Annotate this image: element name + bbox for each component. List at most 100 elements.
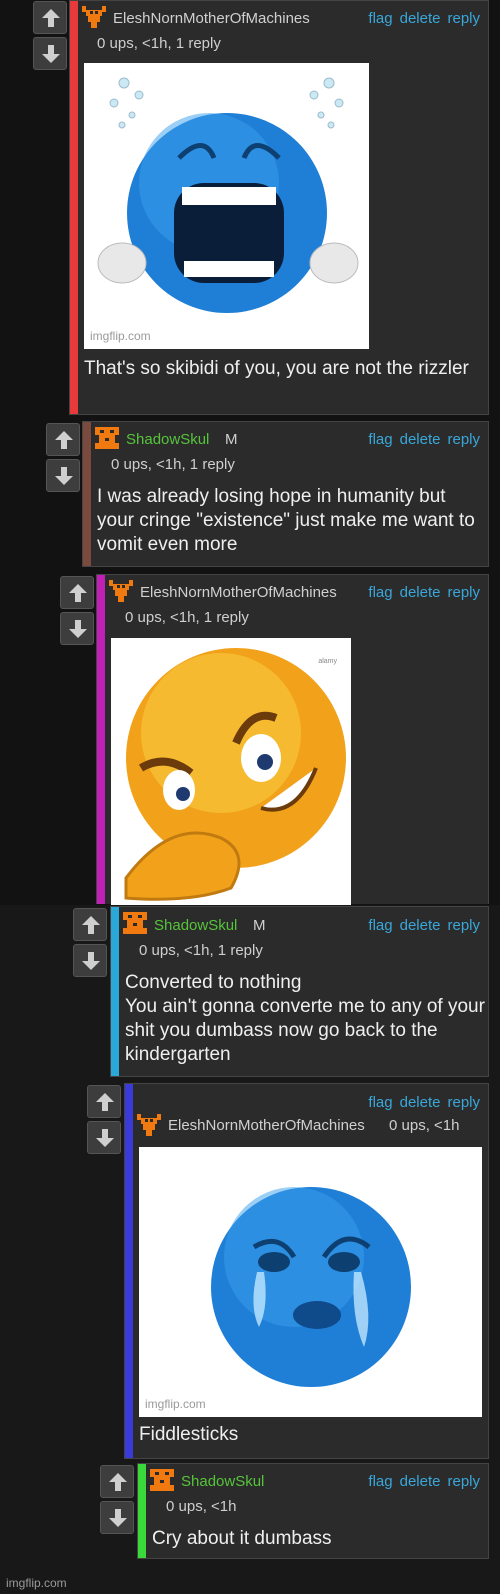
downvote-button[interactable] (46, 459, 80, 492)
comment-username[interactable]: EleshNornMotherOfMachines (113, 10, 310, 27)
comment: ShadowSkul flag delete reply 0 ups, <1h Cr… (137, 1463, 489, 1559)
comment-actions: flag delete reply (368, 431, 480, 448)
pixel-avatar-icon (82, 6, 106, 28)
upvote-button[interactable] (46, 423, 80, 456)
vote-controls (33, 1, 67, 71)
comment-text: Cry about it dumbass (152, 1528, 332, 1549)
reply-link[interactable]: reply (447, 1094, 480, 1111)
comment-image[interactable]: imgflip.com (84, 63, 369, 349)
downvote-button[interactable] (87, 1121, 121, 1154)
arrow-down-icon (109, 1509, 127, 1527)
imgflip-watermark: imgflip.com (6, 1576, 67, 1590)
reply-link[interactable]: reply (447, 10, 480, 27)
comment-meta: 0 ups, <1h (389, 1117, 460, 1134)
thread-depth-bar (138, 1464, 146, 1558)
comment-meta: 0 ups, <1h, 1 reply (111, 456, 235, 473)
downvote-button[interactable] (73, 944, 107, 977)
comment: EleshNornMotherOfMachines flag delete repl… (69, 0, 489, 415)
thread-depth-bar (111, 907, 119, 1076)
comment-username[interactable]: ShadowSkul (181, 1473, 264, 1490)
upvote-button[interactable] (60, 576, 94, 609)
arrow-up-icon (109, 1473, 127, 1491)
pixel-avatar-icon (95, 427, 119, 449)
thread-depth-bar (83, 422, 91, 566)
downvote-button[interactable] (60, 612, 94, 645)
comment-image[interactable]: imgflip.com (139, 1147, 482, 1417)
reply-link[interactable]: reply (447, 584, 480, 601)
flag-link[interactable]: flag (368, 1473, 392, 1490)
comment-username[interactable]: ShadowSkul (154, 917, 237, 934)
vote-controls (60, 576, 94, 646)
arrow-down-icon (55, 467, 73, 485)
comment-actions: flag delete reply (368, 584, 480, 601)
comment-actions: flag delete reply (368, 917, 480, 934)
comment-actions: flag delete reply (368, 1094, 480, 1111)
pixel-avatar-icon (137, 1114, 161, 1136)
user-badge: M (253, 917, 266, 934)
image-watermark: alamy (318, 658, 337, 665)
comment: ShadowSkul M flag delete reply 0 ups, <1h,… (82, 421, 489, 567)
flag-link[interactable]: flag (368, 917, 392, 934)
thread-depth-bar (70, 1, 78, 414)
comment-text: Converted to nothing You ain't gonna con… (125, 972, 485, 1065)
comment-username[interactable]: ShadowSkul (126, 431, 209, 448)
flag-link[interactable]: flag (368, 10, 392, 27)
comment: flag delete reply EleshNornMotherOfMachine… (124, 1083, 489, 1459)
comment-actions: flag delete reply (368, 1473, 480, 1490)
thread-depth-bar (97, 575, 105, 904)
delete-link[interactable]: delete (400, 1473, 441, 1490)
image-watermark: imgflip.com (90, 329, 151, 343)
comment-meta: 0 ups, <1h, 1 reply (125, 609, 249, 626)
comment-meta: 0 ups, <1h, 1 reply (97, 35, 221, 52)
comment-text: Fiddlesticks (139, 1424, 239, 1445)
upvote-button[interactable] (33, 1, 67, 34)
arrow-down-icon (42, 45, 60, 63)
user-badge: M (225, 431, 238, 448)
upvote-button[interactable] (73, 908, 107, 941)
upvote-button[interactable] (87, 1085, 121, 1118)
comment-meta: 0 ups, <1h, 1 reply (139, 942, 263, 959)
arrow-up-icon (82, 916, 100, 934)
comment-username[interactable]: EleshNornMotherOfMachines (140, 584, 337, 601)
delete-link[interactable]: delete (400, 431, 441, 448)
comment-text: That's so skibidi of you, you are not th… (84, 358, 469, 379)
arrow-up-icon (96, 1093, 114, 1111)
flag-link[interactable]: flag (368, 1094, 392, 1111)
flag-link[interactable]: flag (368, 584, 392, 601)
downvote-button[interactable] (33, 37, 67, 70)
vote-controls (46, 423, 80, 493)
comment-meta: 0 ups, <1h (166, 1498, 237, 1515)
flag-link[interactable]: flag (368, 431, 392, 448)
sad-blue-emoji-icon (211, 1187, 411, 1387)
arrow-up-icon (69, 584, 87, 602)
arrow-down-icon (96, 1129, 114, 1147)
arrow-up-icon (42, 9, 60, 27)
delete-link[interactable]: delete (400, 1094, 441, 1111)
comment: ShadowSkul M flag delete reply 0 ups, <1h,… (110, 906, 489, 1077)
delete-link[interactable]: delete (400, 917, 441, 934)
arrow-up-icon (55, 431, 73, 449)
image-watermark: imgflip.com (145, 1397, 206, 1411)
delete-link[interactable]: delete (400, 10, 441, 27)
pixel-avatar-icon (150, 1469, 174, 1491)
downvote-button[interactable] (100, 1501, 134, 1534)
comment-text: I was already losing hope in humanity bu… (97, 486, 475, 555)
reply-link[interactable]: reply (447, 1473, 480, 1490)
reply-link[interactable]: reply (447, 431, 480, 448)
arrow-down-icon (69, 620, 87, 638)
arrow-down-icon (82, 952, 100, 970)
vote-controls (100, 1465, 134, 1535)
comment: EleshNornMotherOfMachines flag delete repl… (96, 574, 489, 905)
vote-controls (87, 1085, 121, 1155)
upvote-button[interactable] (100, 1465, 134, 1498)
thread-depth-bar (125, 1084, 133, 1458)
reply-link[interactable]: reply (447, 917, 480, 934)
comment-username[interactable]: EleshNornMotherOfMachines (168, 1117, 365, 1134)
crying-blue-emoji-icon (97, 77, 359, 313)
comment-actions: flag delete reply (368, 10, 480, 27)
pixel-avatar-icon (109, 580, 133, 602)
delete-link[interactable]: delete (400, 584, 441, 601)
vote-controls (73, 908, 107, 978)
pixel-avatar-icon (123, 912, 147, 934)
comment-image[interactable]: alamy (111, 638, 351, 905)
